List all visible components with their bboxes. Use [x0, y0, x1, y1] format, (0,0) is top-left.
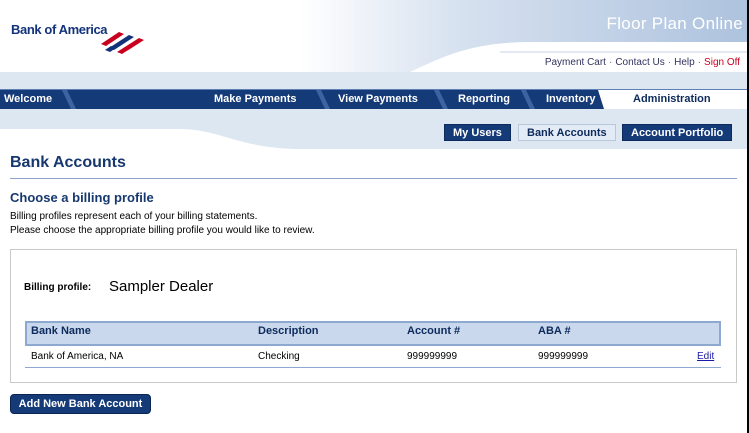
sign-off-link[interactable]: Sign Off [704, 57, 740, 68]
billing-profile-panel [10, 249, 737, 383]
nav-divider-icon [316, 90, 330, 109]
table-row-divider [25, 367, 721, 368]
title-divider [10, 178, 737, 179]
add-new-bank-account-button[interactable]: Add New Bank Account [10, 394, 151, 414]
section-title: Choose a billing profile [10, 190, 154, 205]
nav-divider-icon [62, 90, 76, 109]
separator: · [608, 57, 613, 68]
app-title: Floor Plan Online [606, 14, 743, 33]
nav-welcome[interactable]: Welcome [4, 90, 52, 109]
logo-text: Bank of America [11, 22, 108, 37]
col-account-number: Account # [407, 325, 461, 337]
cell-account-number: 999999999 [407, 351, 458, 362]
main-nav: Welcome Make Payments View Payments Repo… [0, 89, 749, 109]
header: Bank of America Floor Plan Online Paymen… [0, 0, 749, 72]
nav-reporting[interactable]: Reporting [458, 90, 510, 109]
col-description: Description [258, 325, 319, 337]
nav-administration[interactable]: Administration [633, 90, 711, 109]
nav-divider-icon [521, 90, 535, 109]
subnav-bank-accounts[interactable]: Bank Accounts [518, 124, 616, 141]
subnav-my-users[interactable]: My Users [444, 124, 511, 141]
bank-logo[interactable]: Bank of America [11, 22, 108, 37]
col-bank-name: Bank Name [31, 325, 91, 337]
table-header [25, 321, 721, 346]
description-line-1: Billing profiles represent each of your … [10, 211, 258, 222]
billing-profile-value: Sampler Dealer [109, 278, 214, 295]
utility-links: Payment Cart · Contact Us · Help · Sign Off [545, 57, 740, 68]
flag-icon [101, 32, 144, 54]
separator: · [667, 57, 672, 68]
col-aba-number: ABA # [538, 325, 571, 337]
nav-make-payments[interactable]: Make Payments [214, 90, 297, 109]
nav-divider-icon [434, 90, 448, 109]
cell-description: Checking [258, 351, 300, 362]
help-link[interactable]: Help [674, 57, 695, 68]
cell-bank-name: Bank of America, NA [31, 351, 124, 362]
edit-link[interactable]: Edit [697, 351, 714, 362]
separator: · [697, 57, 702, 68]
payment-cart-link[interactable]: Payment Cart [545, 57, 606, 68]
subnav-account-portfolio[interactable]: Account Portfolio [622, 124, 733, 141]
description-line-2: Please choose the appropriate billing pr… [10, 225, 315, 236]
billing-profile-label: Billing profile: [24, 282, 92, 293]
contact-us-link[interactable]: Contact Us [615, 57, 664, 68]
nav-inventory[interactable]: Inventory [546, 90, 596, 109]
nav-view-payments[interactable]: View Payments [338, 90, 418, 109]
page-title: Bank Accounts [10, 154, 126, 171]
header-band [0, 72, 749, 89]
cell-aba-number: 999999999 [538, 351, 589, 362]
